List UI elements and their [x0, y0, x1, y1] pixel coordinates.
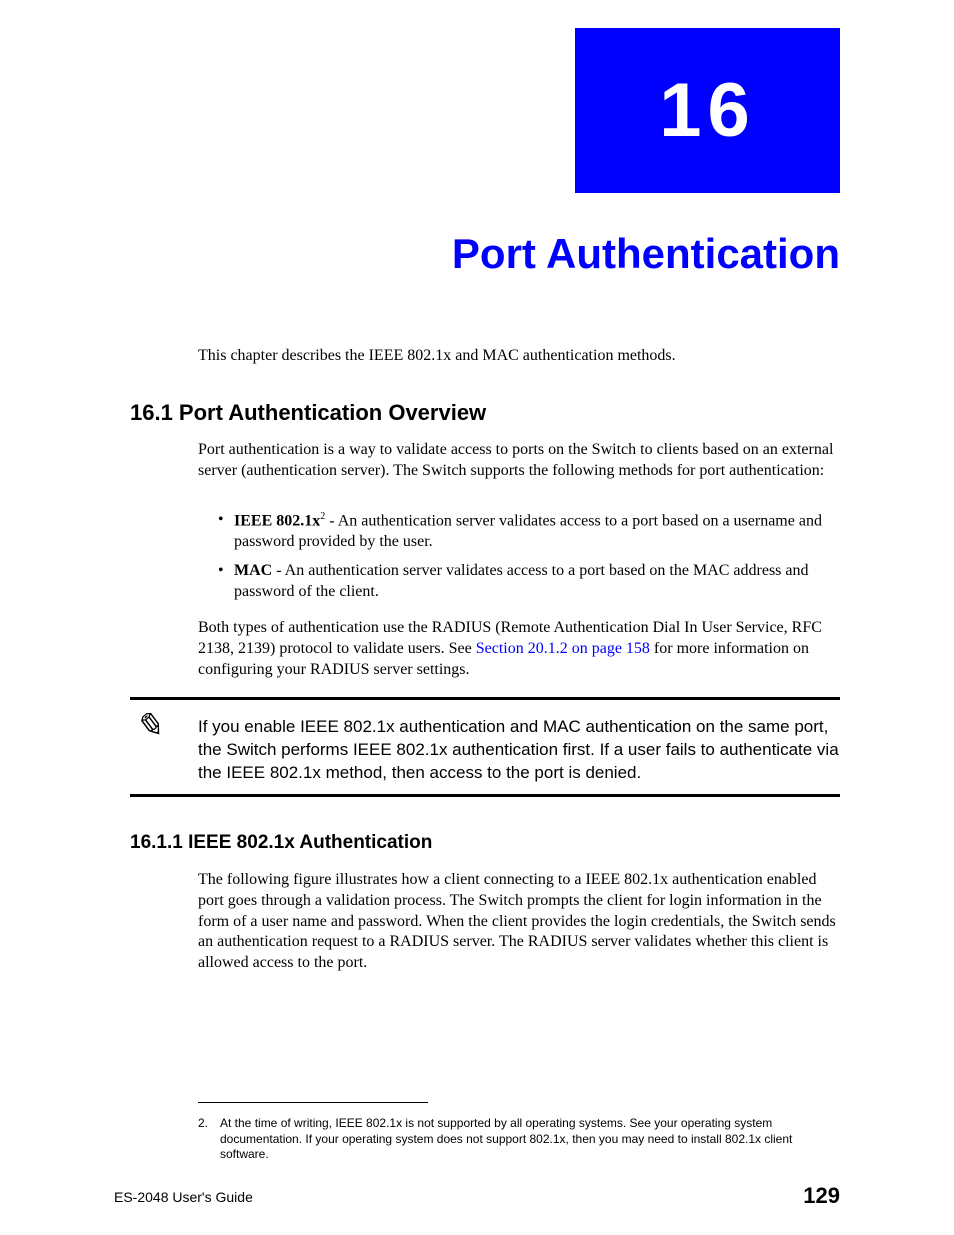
section-heading-16-1-1: 16.1.1 IEEE 802.1x Authentication [130, 832, 432, 854]
section-16-1-para-2: Both types of authentication use the RAD… [198, 618, 840, 680]
bullet-content: IEEE 802.1x2 - An authentication server … [234, 510, 840, 553]
footnote-divider [198, 1102, 428, 1103]
chapter-number-box: 16 [575, 28, 840, 193]
note-text: If you enable IEEE 802.1x authentication… [198, 716, 840, 785]
note-divider-top [130, 697, 840, 700]
note-icon: ✎ [134, 706, 163, 746]
bullet-text: - An authentication server validates acc… [234, 562, 809, 600]
chapter-intro: This chapter describes the IEEE 802.1x a… [198, 347, 676, 365]
list-item: • MAC - An authentication server validat… [218, 561, 840, 603]
chapter-number: 16 [659, 67, 756, 154]
bullet-list: • IEEE 802.1x2 - An authentication serve… [218, 510, 840, 611]
footnote: 2. At the time of writing, IEEE 802.1x i… [198, 1116, 840, 1163]
note-divider-bottom [130, 794, 840, 797]
list-item: • IEEE 802.1x2 - An authentication serve… [218, 510, 840, 553]
footnote-text: At the time of writing, IEEE 802.1x is n… [220, 1116, 840, 1163]
footer-guide-name: ES-2048 User's Guide [114, 1189, 253, 1205]
cross-reference-link[interactable]: Section 20.1.2 on page 158 [476, 640, 650, 657]
bullet-marker: • [218, 561, 234, 603]
page-number: 129 [803, 1183, 840, 1209]
section-16-1-1-para: The following figure illustrates how a c… [198, 870, 840, 974]
bullet-content: MAC - An authentication server validates… [234, 561, 840, 603]
footnote-number: 2. [198, 1116, 220, 1163]
bullet-label: MAC [234, 562, 272, 579]
bullet-label: IEEE 802.1x [234, 512, 320, 529]
section-16-1-para-1: Port authentication is a way to validate… [198, 440, 840, 482]
bullet-marker: • [218, 510, 234, 553]
chapter-title: Port Authentication [452, 230, 840, 278]
section-heading-16-1: 16.1 Port Authentication Overview [130, 400, 486, 426]
